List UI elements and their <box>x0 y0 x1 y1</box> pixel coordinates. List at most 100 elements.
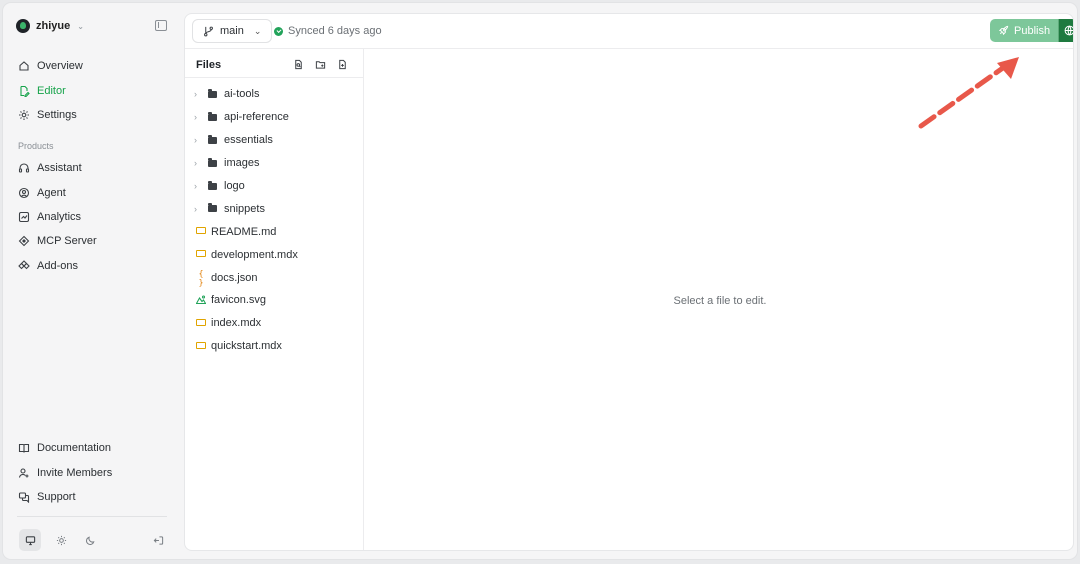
folder-name: images <box>224 157 260 170</box>
rocket-icon <box>998 25 1009 36</box>
file-name: development.mdx <box>211 248 298 261</box>
collapse-sidebar-icon[interactable] <box>155 20 167 31</box>
folder-icon <box>208 134 217 144</box>
chevron-right-icon: › <box>194 181 197 191</box>
annotation-arrow-icon <box>918 57 1019 129</box>
folder-name: snippets <box>224 202 265 215</box>
file-row[interactable]: quickstart.mdx <box>185 335 363 358</box>
file-row[interactable]: index.mdx <box>185 312 363 335</box>
main-nav: Overview Editor Settings <box>15 54 83 127</box>
nav-invite-members[interactable]: Invite Members <box>15 460 112 484</box>
folder-row[interactable]: › snippets <box>185 197 363 220</box>
file-explorer: Files › ai-tools › api-reference › essentia… <box>185 49 364 550</box>
folder-row[interactable]: › api-reference <box>185 106 363 129</box>
json-file-icon: { } <box>198 268 204 287</box>
check-circle-icon <box>274 26 283 36</box>
file-row[interactable]: favicon.svg <box>185 289 363 312</box>
editor-topbar: main ⌄ Synced 6 days ago Publish <box>185 14 1073 49</box>
theme-switcher <box>17 516 167 556</box>
publish-label: Publish <box>1014 24 1051 37</box>
chevron-down-icon: ⌄ <box>77 21 84 31</box>
invite-icon <box>18 468 29 478</box>
nav-label: Assistant <box>37 162 82 175</box>
chevron-right-icon: › <box>194 158 197 169</box>
file-tree: › ai-tools › api-reference › essentials › im… <box>185 83 363 358</box>
chevron-right-icon: › <box>194 203 197 214</box>
sync-status-text: Synced 6 days ago <box>288 25 382 37</box>
new-folder-icon[interactable] <box>315 59 326 70</box>
nav-agent[interactable]: Agent <box>15 180 97 204</box>
markdown-file-icon <box>196 318 206 328</box>
agent-icon <box>18 187 30 198</box>
folder-name: api-reference <box>224 111 289 124</box>
folder-row[interactable]: › images <box>185 152 363 175</box>
book-icon <box>18 444 30 453</box>
nav-add-ons[interactable]: Add-ons <box>15 254 97 278</box>
nav-assistant[interactable]: Assistant <box>15 156 97 180</box>
nav-label: Editor <box>37 84 66 97</box>
sun-icon[interactable] <box>50 529 72 551</box>
file-name: index.mdx <box>211 317 262 330</box>
gear-icon <box>19 109 29 120</box>
image-file-icon <box>195 295 207 306</box>
folder-icon <box>208 111 217 121</box>
nav-label: Settings <box>37 108 77 121</box>
folder-row[interactable]: › ai-tools <box>185 83 363 106</box>
monitor-icon[interactable] <box>19 529 41 551</box>
chevron-down-icon: ⌄ <box>253 25 262 36</box>
folder-name: ai-tools <box>224 88 260 101</box>
git-branch-icon <box>204 26 213 36</box>
search-file-icon[interactable] <box>293 59 304 70</box>
nav-label: Documentation <box>37 442 111 455</box>
org-logo-icon <box>16 19 30 33</box>
folder-icon <box>208 180 217 190</box>
file-row[interactable]: README.md <box>185 220 363 243</box>
products-nav: Products Assistant Agent Analytics MCP S… <box>15 136 97 278</box>
folder-name: essentials <box>224 134 273 147</box>
nav-overview[interactable]: Overview <box>15 54 83 78</box>
publish-group: Publish <box>990 19 1073 42</box>
nav-editor[interactable]: Editor <box>15 78 83 102</box>
files-title: Files <box>196 59 222 71</box>
folder-row[interactable]: › logo <box>185 175 363 198</box>
file-explorer-header: Files <box>185 49 363 78</box>
logout-icon[interactable] <box>147 529 169 551</box>
file-name: README.md <box>211 225 277 238</box>
nav-label: MCP Server <box>37 235 97 248</box>
chevron-right-icon: › <box>194 135 197 146</box>
nav-documentation[interactable]: Documentation <box>15 436 112 460</box>
nav-support[interactable]: Support <box>15 485 112 509</box>
branch-name: main <box>220 25 244 37</box>
file-row[interactable]: { } docs.json <box>185 266 363 289</box>
markdown-file-icon <box>196 250 206 259</box>
file-name: quickstart.mdx <box>211 340 282 353</box>
file-name: docs.json <box>211 271 258 284</box>
org-switcher[interactable]: zhiyue ⌄ <box>16 19 84 33</box>
org-name: zhiyue <box>36 20 71 32</box>
addons-icon <box>18 259 30 270</box>
globe-icon[interactable] <box>1058 19 1073 42</box>
publish-button[interactable]: Publish <box>990 19 1059 42</box>
folder-row[interactable]: › essentials <box>185 129 363 152</box>
nav-label: Analytics <box>37 210 82 223</box>
branch-selector[interactable]: main ⌄ <box>192 19 273 43</box>
file-name: favicon.svg <box>211 294 267 307</box>
support-icon <box>18 492 30 503</box>
nav-settings[interactable]: Settings <box>15 103 83 127</box>
folder-icon <box>208 203 217 213</box>
folder-icon <box>208 88 217 98</box>
empty-state-message: Select a file to edit. <box>673 294 767 307</box>
nav-analytics[interactable]: Analytics <box>15 205 97 229</box>
nav-label: Support <box>37 490 76 503</box>
home-icon <box>19 61 29 71</box>
nav-label: Overview <box>37 60 83 73</box>
file-row[interactable]: development.mdx <box>185 243 363 266</box>
nav-mcp-server[interactable]: MCP Server <box>15 229 97 253</box>
moon-icon[interactable] <box>79 529 101 551</box>
markdown-file-icon <box>196 341 206 351</box>
edit-file-icon <box>20 85 30 97</box>
new-file-icon[interactable] <box>337 59 348 70</box>
products-section-label: Products <box>18 141 54 151</box>
analytics-icon <box>18 211 30 223</box>
mcp-icon <box>18 236 30 247</box>
